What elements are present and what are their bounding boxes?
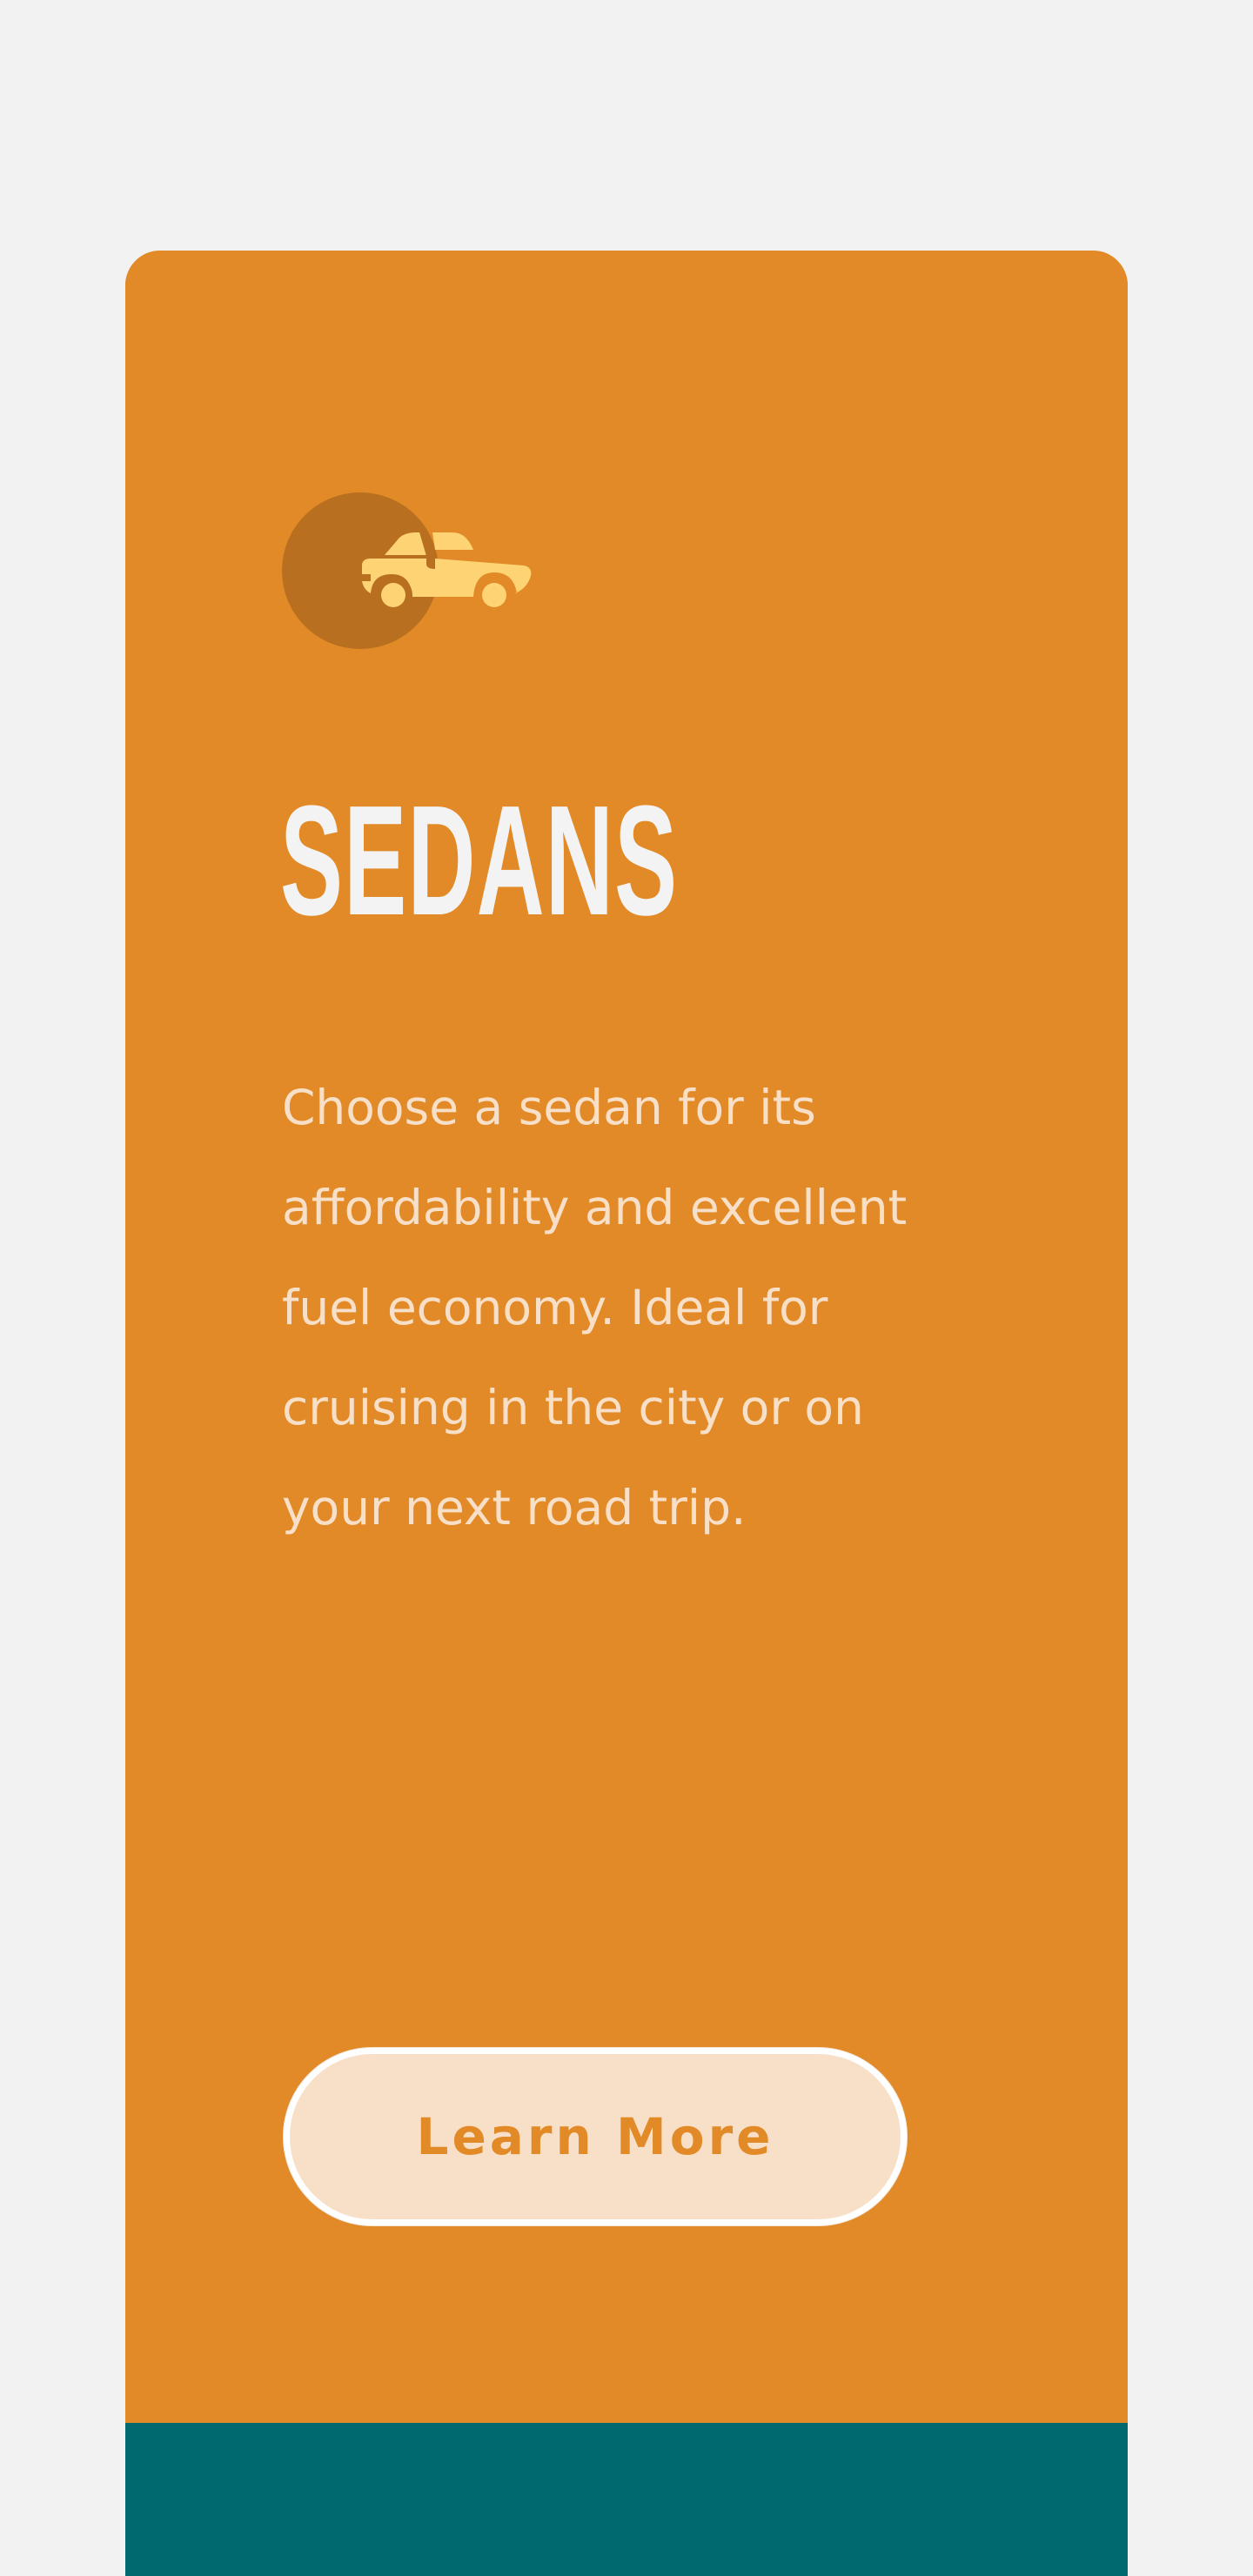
- card-title: SEDANS: [280, 773, 679, 948]
- learn-more-button[interactable]: Learn More: [284, 2048, 907, 2225]
- card-body: SEDANS Choose a sedan for its affordabil…: [125, 251, 1128, 2423]
- learn-more-label: Learn More: [416, 2107, 774, 2166]
- vehicle-category-card: SEDANS Choose a sedan for its affordabil…: [125, 251, 1128, 2576]
- card-footer-band: [125, 2423, 1128, 2576]
- car-icon: [282, 484, 543, 658]
- card-description: Choose a sedan for its affordability and…: [282, 1080, 908, 1536]
